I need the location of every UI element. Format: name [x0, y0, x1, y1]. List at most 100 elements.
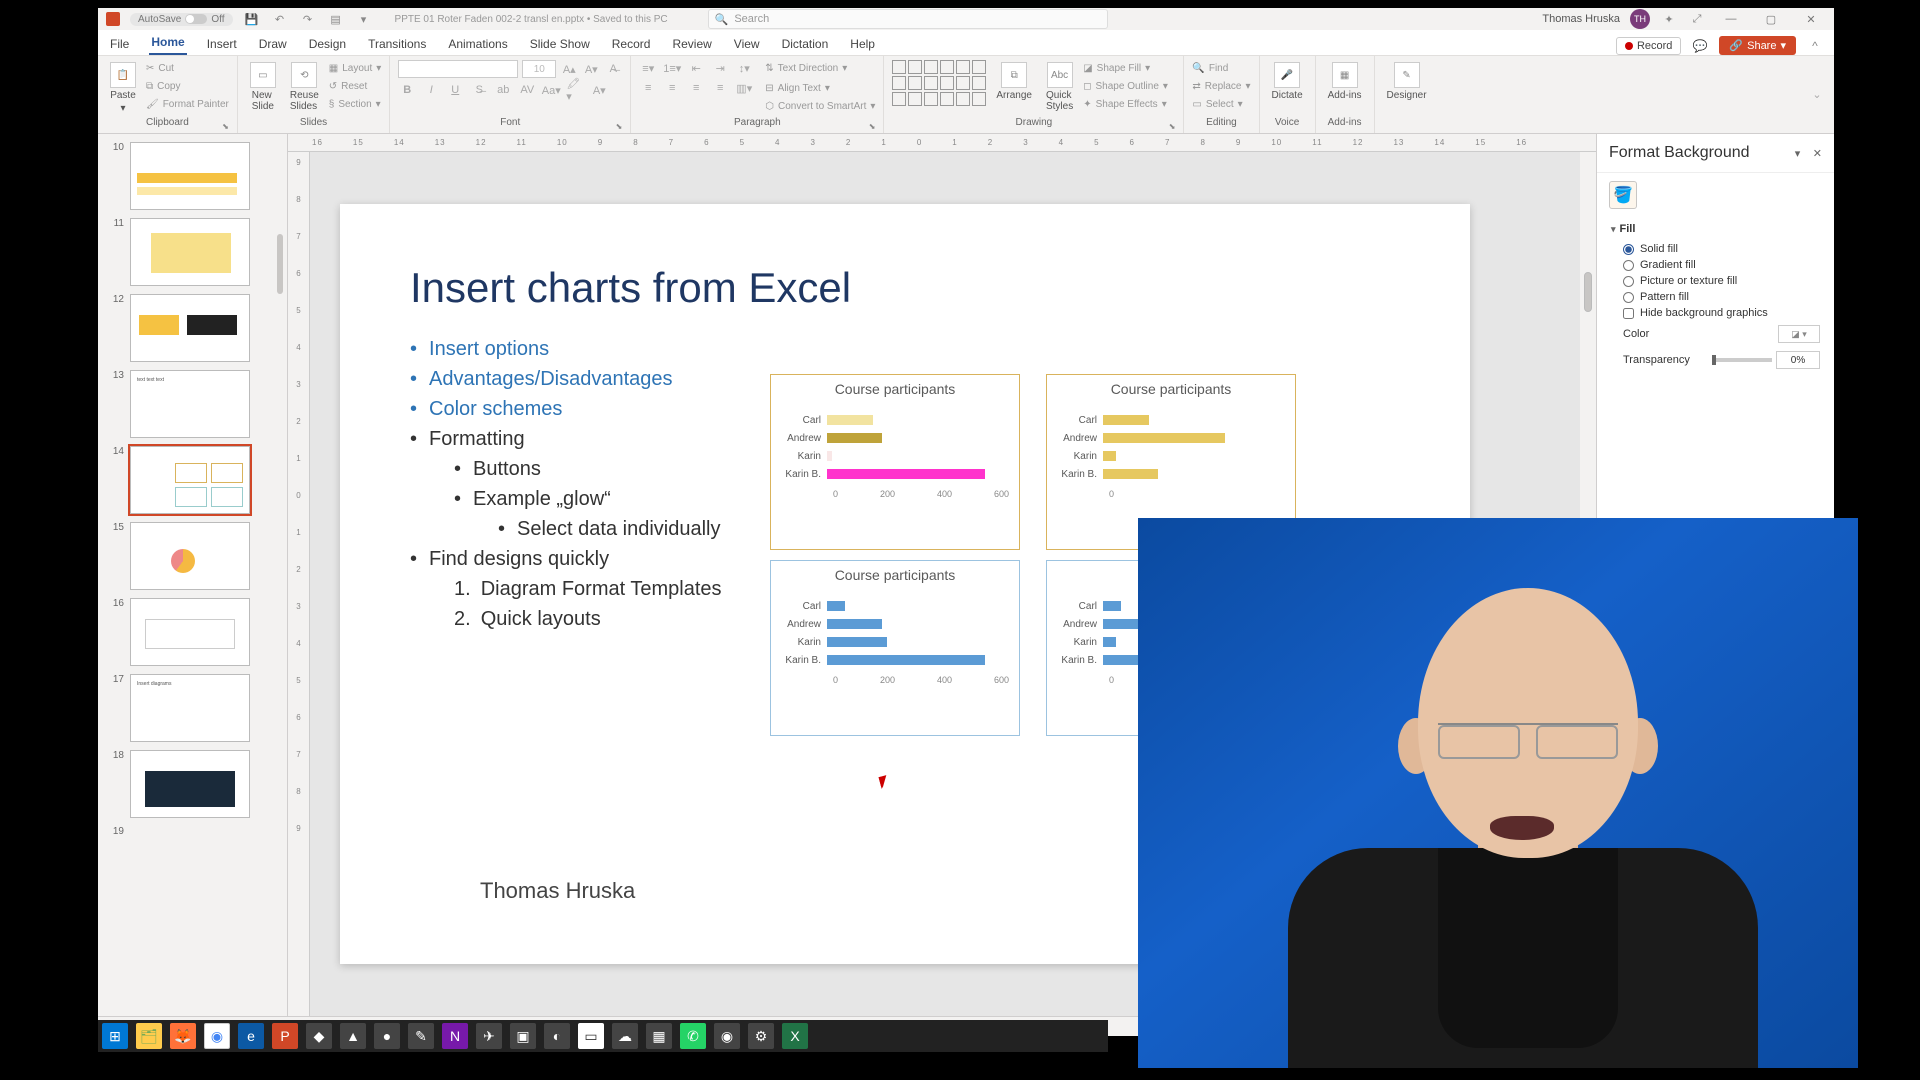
slide-title[interactable]: Insert charts from Excel [410, 264, 851, 312]
taskbar-app-icon[interactable]: ◐ [544, 1023, 570, 1049]
thumbnail-13[interactable]: text text text [130, 370, 250, 438]
dropdown-icon[interactable]: ▾ [355, 10, 373, 28]
tab-insert[interactable]: Insert [205, 33, 239, 55]
case-icon[interactable]: Aa▾ [542, 82, 560, 98]
ribbon-display-icon[interactable]: ⤢ [1688, 10, 1706, 28]
chrome-icon[interactable]: ◉ [204, 1023, 230, 1049]
panel-options-icon[interactable]: ▾ [1795, 148, 1801, 160]
bold-button[interactable]: B [398, 82, 416, 98]
tab-design[interactable]: Design [307, 33, 348, 55]
highlight-icon[interactable]: 🖍▾ [566, 82, 584, 98]
gradient-fill-radio[interactable]: Gradient fill [1611, 257, 1820, 273]
drawing-launcher-icon[interactable]: ⬊ [1169, 122, 1176, 131]
taskbar-app-icon[interactable]: ✈ [476, 1023, 502, 1049]
ribbon-options-icon[interactable]: ⌄ [1808, 87, 1826, 103]
search-input[interactable]: 🔍 Search [708, 9, 1108, 29]
tab-home[interactable]: Home [149, 31, 186, 55]
taskbar-app-icon[interactable]: ▲ [340, 1023, 366, 1049]
powerpoint-taskbar-icon[interactable]: P [272, 1023, 298, 1049]
decrease-font-icon[interactable]: A▾ [582, 61, 600, 77]
minimize-icon[interactable]: — [1716, 13, 1746, 25]
record-button[interactable]: Record [1616, 37, 1681, 55]
tab-file[interactable]: File [108, 33, 131, 55]
panel-close-icon[interactable]: ✕ [1813, 148, 1822, 160]
taskbar-app-icon[interactable]: ● [374, 1023, 400, 1049]
file-explorer-icon[interactable]: 🗂 [136, 1023, 162, 1049]
edge-icon[interactable]: e [238, 1023, 264, 1049]
fill-tab-icon[interactable]: 🪣 [1609, 181, 1637, 209]
thumbnail-15[interactable] [130, 522, 250, 590]
font-launcher-icon[interactable]: ⬊ [616, 122, 623, 131]
tab-slideshow[interactable]: Slide Show [528, 33, 592, 55]
maximize-icon[interactable]: ▢ [1756, 13, 1786, 26]
thumbnail-18[interactable] [130, 750, 250, 818]
close-icon[interactable]: ✕ [1796, 13, 1826, 26]
tab-dictation[interactable]: Dictation [780, 33, 831, 55]
fill-color-button[interactable]: ◪ ▾ [1778, 325, 1820, 343]
italic-button[interactable]: I [422, 82, 440, 98]
thumbnail-17[interactable]: Insert diagrams [130, 674, 250, 742]
taskbar-app-icon[interactable]: ▣ [510, 1023, 536, 1049]
cut-button[interactable]: ✂ Cut [146, 60, 229, 76]
spacing-icon[interactable]: AV [518, 82, 536, 98]
fill-section-header[interactable]: Fill [1611, 223, 1820, 235]
solid-fill-radio[interactable]: Solid fill [1611, 241, 1820, 257]
tab-animations[interactable]: Animations [446, 33, 509, 55]
align-right-icon[interactable]: ≡ [687, 80, 705, 96]
transparency-slider[interactable] [1712, 358, 1772, 362]
coming-soon-icon[interactable]: ✦ [1660, 10, 1678, 28]
increase-indent-icon[interactable]: ⇥ [711, 60, 729, 76]
addins-button[interactable]: ▦Add-ins [1324, 60, 1366, 103]
arrange-button[interactable]: ⧉Arrange [992, 60, 1036, 103]
picture-fill-radio[interactable]: Picture or texture fill [1611, 273, 1820, 289]
hide-bg-checkbox[interactable]: Hide background graphics [1611, 305, 1820, 321]
shape-effects-button[interactable]: ✦ Shape Effects ▾ [1083, 96, 1168, 112]
redo-icon[interactable]: ↷ [299, 10, 317, 28]
comments-icon[interactable]: 💬 [1691, 37, 1709, 55]
transparency-input[interactable]: 0% [1776, 351, 1820, 369]
text-direction-button[interactable]: ⇅ Text Direction ▾ [765, 60, 847, 76]
slideshow-icon[interactable]: ▤ [327, 10, 345, 28]
share-button[interactable]: 🔗 Share ▾ [1719, 36, 1796, 55]
layout-button[interactable]: ▦ Layout ▾ [329, 60, 382, 76]
copy-button[interactable]: ⧉ Copy [146, 78, 229, 94]
font-color-icon[interactable]: A▾ [590, 82, 608, 98]
section-button[interactable]: § Section ▾ [329, 96, 382, 112]
convert-smartart-button[interactable]: ⬡ Convert to SmartArt ▾ [765, 98, 875, 114]
designer-button[interactable]: ✎Designer [1383, 60, 1431, 103]
clipboard-launcher-icon[interactable]: ⬊ [222, 122, 229, 131]
taskbar-app-icon[interactable]: ▭ [578, 1023, 604, 1049]
whatsapp-icon[interactable]: ✆ [680, 1023, 706, 1049]
strikethrough-icon[interactable]: S̶ [470, 82, 488, 98]
quick-styles-button[interactable]: AbcQuick Styles [1042, 60, 1077, 114]
collapse-ribbon-icon[interactable]: ^ [1806, 37, 1824, 55]
replace-button[interactable]: ⇄ Replace ▾ [1192, 78, 1250, 94]
taskbar-app-icon[interactable]: ✎ [408, 1023, 434, 1049]
chart-participants-3[interactable]: Course participants Carl Andrew Karin Ka… [770, 560, 1020, 736]
taskbar-app-icon[interactable]: ◆ [306, 1023, 332, 1049]
thumbnails-scrollbar[interactable] [275, 134, 285, 1016]
undo-icon[interactable]: ↶ [271, 10, 289, 28]
save-icon[interactable]: 💾 [243, 10, 261, 28]
increase-font-icon[interactable]: A▴ [560, 61, 578, 77]
taskbar-app-icon[interactable]: ▦ [646, 1023, 672, 1049]
new-slide-button[interactable]: ▭New Slide [246, 60, 280, 114]
paste-button[interactable]: 📋Paste▾ [106, 60, 140, 116]
tab-help[interactable]: Help [848, 33, 877, 55]
excel-icon[interactable]: X [782, 1023, 808, 1049]
columns-icon[interactable]: ▥▾ [735, 80, 753, 96]
font-size-input[interactable]: 10 [522, 60, 556, 78]
autosave-switch[interactable] [185, 14, 207, 24]
select-button[interactable]: ▭ Select ▾ [1192, 96, 1250, 112]
underline-button[interactable]: U [446, 82, 464, 98]
thumbnail-12[interactable] [130, 294, 250, 362]
decrease-indent-icon[interactable]: ⇤ [687, 60, 705, 76]
tab-review[interactable]: Review [670, 33, 713, 55]
reuse-slides-button[interactable]: ⟲Reuse Slides [286, 60, 323, 114]
thumbnail-14[interactable] [130, 446, 250, 514]
reset-button[interactable]: ↺ Reset [329, 78, 382, 94]
shape-fill-button[interactable]: ◪ Shape Fill ▾ [1083, 60, 1168, 76]
dictate-button[interactable]: 🎤Dictate [1268, 60, 1307, 103]
justify-icon[interactable]: ≡ [711, 80, 729, 96]
firefox-icon[interactable]: 🦊 [170, 1023, 196, 1049]
